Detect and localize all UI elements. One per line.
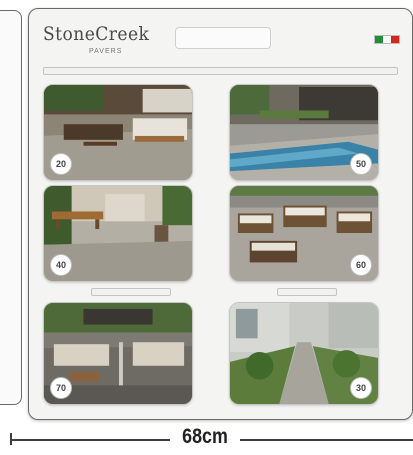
brand-subtitle: PAVERS [89,48,123,55]
product-board: StoneCreek 2cm PAVERS 20 [28,8,413,420]
flag-caption-top [374,27,400,34]
dimension-label: 68cm [182,425,228,448]
tile-wicker-lounge: 60 [229,185,379,282]
tile-garden-path: 30 [229,302,379,405]
section-bar-top [43,67,398,75]
section-bar-left [91,288,171,296]
neighbor-panel [0,10,22,405]
size-badge: 30 [350,377,372,399]
brand-title: StoneCreek [43,23,150,45]
dimension-line-right [240,439,413,441]
section-bar-right [277,288,337,296]
size-badge: 50 [350,153,372,175]
size-badge: 20 [50,153,72,175]
tile-patio-dining: 20 [43,84,193,181]
size-badge: 60 [350,254,372,276]
flag-stripe-white [383,36,391,43]
blank-label-box [175,27,271,49]
flag-stripe-green [375,36,383,43]
dimension-line-left [10,439,170,441]
flag-stripe-red [391,36,399,43]
tile-bench-garden: 40 [43,185,193,282]
flag-badge [374,27,400,45]
tile-pool-deck: 50 [229,84,379,181]
tile-terrace-sofas: 70 [43,302,193,405]
size-badge: 40 [50,254,72,276]
italy-flag-icon [374,35,400,44]
size-badge: 70 [50,377,72,399]
